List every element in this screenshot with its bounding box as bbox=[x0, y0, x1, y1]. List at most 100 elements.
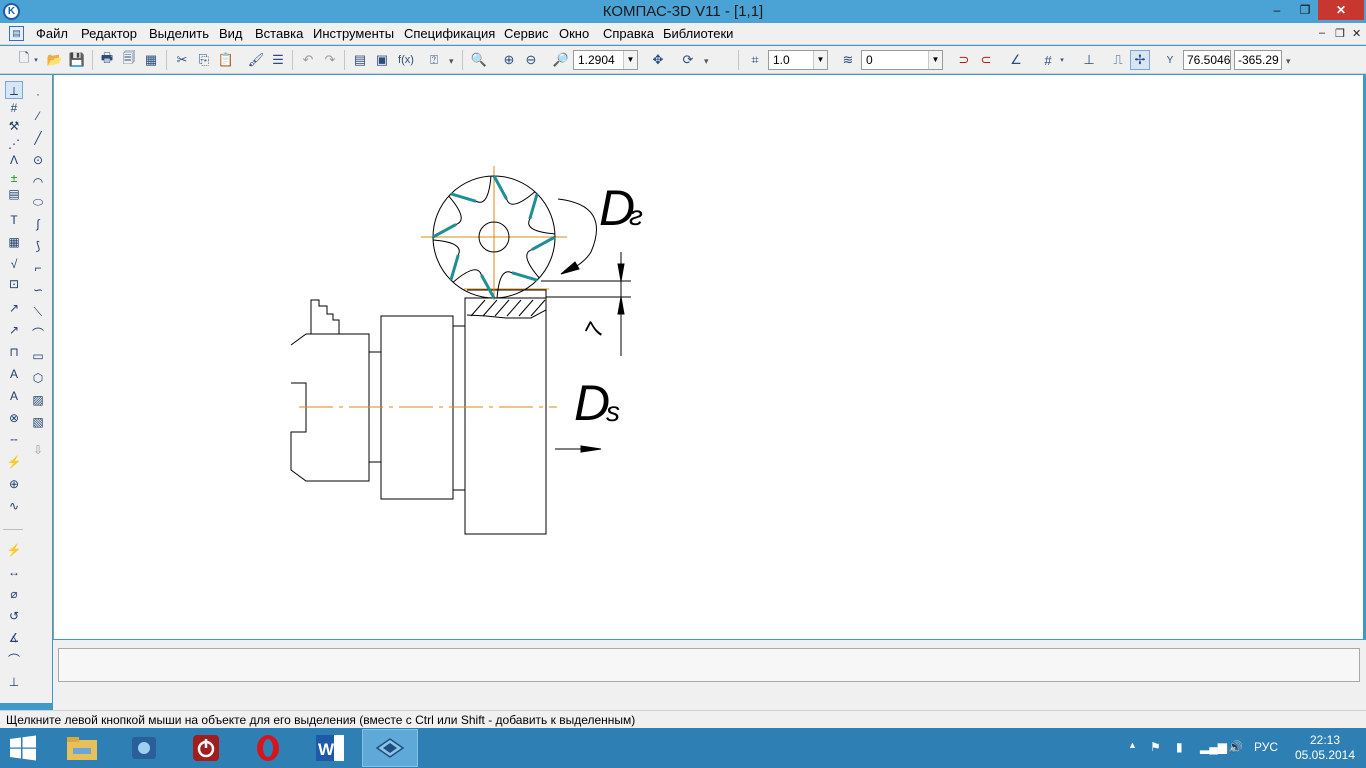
polyline-icon[interactable]: ⌐ bbox=[29, 259, 47, 277]
document-icon[interactable]: ▤ bbox=[9, 26, 24, 41]
collect-contour-icon[interactable]: ⇩ bbox=[29, 441, 47, 459]
wave-line-icon[interactable]: ∿ bbox=[5, 497, 23, 515]
radial-dimension-icon[interactable]: ↺ bbox=[5, 607, 23, 625]
coord-x-field[interactable]: 76.5046 bbox=[1183, 50, 1231, 70]
manager-icon[interactable]: ▦ bbox=[141, 50, 161, 70]
menu-file[interactable]: Файл bbox=[36, 26, 68, 41]
coord-y-field[interactable]: -365.29 bbox=[1234, 50, 1282, 70]
menu-help[interactable]: Справка bbox=[603, 26, 654, 41]
lightning-2-icon[interactable]: ⚡ bbox=[5, 541, 23, 559]
local-cs-icon[interactable]: ⊥ bbox=[1079, 50, 1099, 70]
mdi-minimize-button[interactable]: – bbox=[1319, 27, 1325, 39]
dimensions-category-icon[interactable]: # bbox=[5, 99, 23, 117]
point-icon[interactable]: · bbox=[29, 85, 47, 103]
undo-icon[interactable]: ↶ bbox=[298, 50, 318, 70]
chevron-down-icon[interactable]: ▼ bbox=[928, 51, 942, 69]
ellipse-icon[interactable]: ⬭ bbox=[29, 193, 47, 211]
cursor-step-icon[interactable]: ⌗ bbox=[745, 50, 765, 70]
diameter-dimension-icon[interactable]: ⌀ bbox=[5, 585, 23, 603]
cut-icon[interactable]: ✂ bbox=[172, 50, 192, 70]
ortho-icon[interactable]: ∠ bbox=[1006, 50, 1026, 70]
menu-specification[interactable]: Спецификация bbox=[404, 26, 495, 41]
chevron-down-icon[interactable]: ▼ bbox=[623, 51, 637, 69]
zoom-in-icon[interactable]: ⊕ bbox=[499, 50, 519, 70]
center-line-icon[interactable]: ╌ bbox=[5, 431, 23, 449]
context-help-icon[interactable]: ⍰ bbox=[424, 50, 444, 70]
menu-service[interactable]: Сервис bbox=[504, 26, 549, 41]
attributes-icon[interactable]: ▣ bbox=[372, 50, 392, 70]
hatch-icon[interactable]: ▨ bbox=[29, 391, 47, 409]
taskbar-control-panel[interactable] bbox=[116, 729, 172, 767]
language-indicator[interactable]: РУС bbox=[1254, 740, 1278, 754]
close-button[interactable]: ✕ bbox=[1318, 0, 1364, 20]
snap-magnet-icon[interactable]: ⊃ bbox=[954, 50, 974, 70]
spline-icon[interactable]: ∫ bbox=[29, 215, 47, 233]
toolbar-grip-icon[interactable]: ▾ bbox=[704, 56, 710, 70]
menu-tools[interactable]: Инструменты bbox=[313, 26, 394, 41]
redo-icon[interactable]: ↷ bbox=[320, 50, 340, 70]
refresh-icon[interactable]: ⟳ bbox=[678, 50, 698, 70]
network-icon[interactable]: ▂▄▆ bbox=[1200, 740, 1227, 754]
axis-icon[interactable]: ⊗ bbox=[5, 409, 23, 427]
roughness-icon[interactable]: √ bbox=[5, 255, 23, 273]
zoom-window-icon[interactable]: 🔍 bbox=[469, 50, 489, 70]
geometry-category-icon[interactable]: ⟂ bbox=[5, 81, 23, 99]
mark-icon[interactable]: A bbox=[5, 365, 23, 383]
step-combo[interactable]: 1.0 ▼ bbox=[768, 50, 828, 70]
volume-icon[interactable]: 🔊 bbox=[1228, 740, 1243, 754]
height-dimension-icon[interactable]: ⊥ bbox=[5, 673, 23, 691]
toolbar-grip-icon[interactable]: ▾ bbox=[1286, 56, 1292, 70]
paste-icon[interactable]: 📋 bbox=[216, 50, 236, 70]
center-mark-icon[interactable]: ⊕ bbox=[5, 475, 23, 493]
tray-arrow-icon[interactable]: ▲ bbox=[1128, 740, 1137, 750]
parametrization-icon[interactable]: Λ bbox=[5, 151, 23, 169]
print-icon[interactable]: 🖶 bbox=[97, 50, 117, 70]
zoom-scale-icon[interactable]: 🔎 bbox=[551, 50, 571, 70]
spec-category-icon[interactable]: ▤ bbox=[5, 185, 23, 203]
menu-view[interactable]: Вид bbox=[219, 26, 243, 41]
new-dropdown-icon[interactable]: ▾ bbox=[31, 50, 41, 70]
drawing-canvas[interactable]: D г D s 7 bbox=[53, 75, 1363, 639]
chamfer-icon[interactable]: ⟍ bbox=[29, 303, 47, 321]
local-snap-icon[interactable]: ⊂ bbox=[976, 50, 996, 70]
toolbar-grip-icon[interactable]: ▾ bbox=[449, 56, 455, 70]
windows-start-icon[interactable] bbox=[8, 735, 38, 761]
save-icon[interactable]: 💾 bbox=[67, 50, 87, 70]
taskbar-word[interactable]: W bbox=[302, 729, 358, 767]
position-leader-icon[interactable]: ↗ bbox=[5, 321, 23, 339]
menu-select[interactable]: Выделить bbox=[149, 26, 209, 41]
arc-icon[interactable]: ◠ bbox=[29, 173, 47, 191]
fillet-icon[interactable]: ⌒ bbox=[29, 325, 47, 343]
chevron-down-icon[interactable]: ▼ bbox=[813, 51, 827, 69]
base-icon[interactable]: ⊡ bbox=[5, 275, 23, 293]
table-icon[interactable]: ▦ bbox=[5, 233, 23, 251]
copy-properties-icon[interactable]: 🖌 bbox=[246, 50, 266, 70]
angular-dimension-icon[interactable]: ∡ bbox=[5, 629, 23, 647]
variables-button[interactable]: f(x) bbox=[394, 50, 418, 70]
menu-window[interactable]: Окно bbox=[559, 26, 589, 41]
taskbar-opera[interactable] bbox=[240, 729, 296, 767]
menu-insert[interactable]: Вставка bbox=[255, 26, 303, 41]
taskbar-kompas[interactable] bbox=[362, 729, 418, 767]
nurbs-icon[interactable]: ∽ bbox=[29, 281, 47, 299]
segment-icon[interactable]: ╱ bbox=[29, 129, 47, 147]
flag-icon[interactable]: ⚑ bbox=[1150, 740, 1161, 754]
library-manager-icon[interactable]: ▤ bbox=[350, 50, 370, 70]
maximize-button[interactable]: ❐ bbox=[1292, 0, 1318, 20]
taskbar-file-explorer[interactable] bbox=[54, 729, 110, 767]
zoom-combo[interactable]: 1.2904 ▼ bbox=[573, 50, 638, 70]
arc-dimension-icon[interactable]: ⌒ bbox=[5, 651, 23, 669]
copy-icon[interactable]: ⎘ bbox=[194, 50, 214, 70]
round-coords-icon[interactable]: ⎍ bbox=[1108, 50, 1128, 70]
linear-dimension-icon[interactable]: ↔ bbox=[5, 563, 23, 581]
battery-icon[interactable]: ▮ bbox=[1176, 740, 1183, 754]
minimize-button[interactable]: – bbox=[1262, 0, 1292, 20]
layers-icon[interactable]: ≋ bbox=[838, 50, 858, 70]
tolerance-icon[interactable]: ⊓ bbox=[5, 343, 23, 361]
text-icon[interactable]: T bbox=[5, 211, 23, 229]
grid-icon[interactable]: # bbox=[1038, 50, 1058, 70]
print-preview-icon[interactable]: 🗐 bbox=[119, 50, 139, 70]
pan-icon[interactable]: ✥ bbox=[648, 50, 668, 70]
menu-libraries[interactable]: Библиотеки bbox=[663, 26, 733, 41]
bezier-icon[interactable]: ⟆ bbox=[29, 237, 47, 255]
